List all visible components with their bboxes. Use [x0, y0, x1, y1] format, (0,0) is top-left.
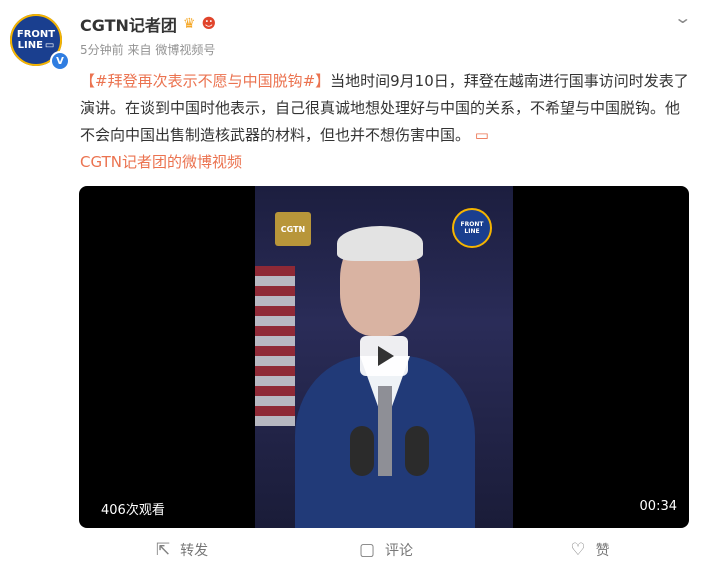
action-bar: ⇱ 转发 ▢ 评论 ♡ 赞	[80, 533, 692, 567]
frontline-logo-line1: FRONT	[460, 221, 484, 228]
crown-icon: ♛	[182, 16, 196, 32]
play-icon[interactable]	[360, 336, 408, 376]
view-count: 406次观看	[101, 503, 165, 518]
comment-label: 评论	[385, 543, 414, 559]
frontline-logo: FRONT LINE	[452, 208, 492, 248]
chevron-down-icon[interactable]: ⌄	[673, 8, 692, 27]
microphone-icon	[350, 426, 374, 476]
comment-button[interactable]: ▢ 评论	[284, 533, 488, 567]
repost-button[interactable]: ⇱ 转发	[80, 533, 284, 567]
account-name-row: CGTN记者团 ♛ ☻	[80, 12, 216, 36]
like-button[interactable]: ♡ 赞	[488, 533, 692, 567]
share-icon: ⇱	[155, 540, 171, 560]
flag-background	[255, 266, 295, 426]
video-player[interactable]: CGTN FRONT LINE 406次观看 00:34	[79, 186, 689, 528]
like-label: 赞	[595, 543, 610, 559]
frontline-logo-line2: LINE	[464, 228, 480, 235]
speaker-hair	[337, 226, 423, 261]
post-time[interactable]: 5分钟前	[80, 43, 124, 57]
speaker-tie	[378, 386, 392, 476]
post-meta: 5分钟前 来自 微博视频号	[80, 41, 215, 58]
cgtn-logo: CGTN	[275, 212, 311, 246]
topic-tag[interactable]: 【#拜登再次表示不愿与中国脱钩#】	[80, 72, 330, 90]
account-name[interactable]: CGTN记者团	[80, 12, 177, 36]
mascot-icon: ☻	[201, 16, 217, 32]
microphone-icon	[405, 426, 429, 476]
thumbs-up-icon: ♡	[570, 540, 586, 560]
video-duration: 00:34	[639, 499, 677, 514]
from-label: 来自	[127, 43, 152, 57]
verified-badge: V	[50, 51, 70, 71]
post-body: 【#拜登再次表示不愿与中国脱钩#】当地时间9月10日，拜登在越南进行国事访问时发…	[80, 68, 692, 176]
post-source[interactable]: 微博视频号	[155, 43, 215, 57]
video-link-icon[interactable]: ▭	[475, 126, 489, 144]
repost-label: 转发	[180, 543, 209, 559]
video-link[interactable]: CGTN记者团的微博视频	[80, 153, 242, 171]
comment-icon: ▢	[358, 540, 376, 560]
